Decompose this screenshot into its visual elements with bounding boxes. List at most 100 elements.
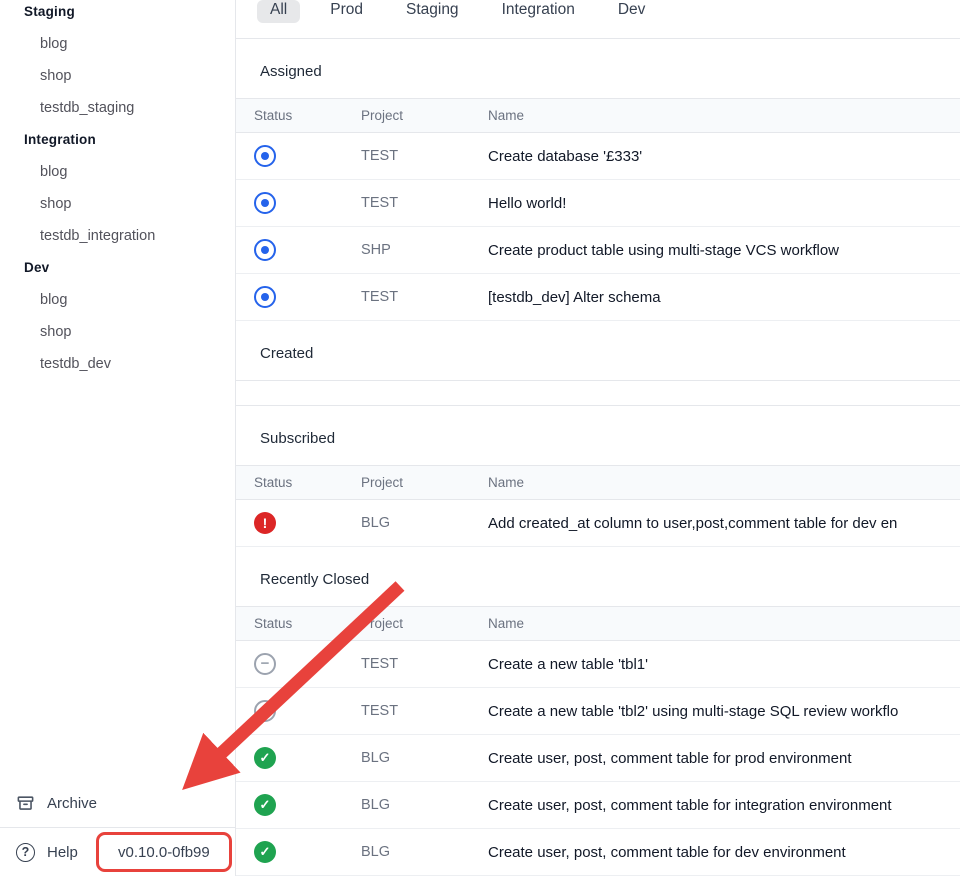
project-cell: TEST: [361, 148, 488, 164]
project-cell: BLG: [361, 844, 488, 860]
column-header-project: Project: [361, 616, 488, 631]
project-cell: BLG: [361, 797, 488, 813]
issue-name: Add created_at column to user,post,comme…: [488, 515, 960, 532]
issue-row[interactable]: TESTCreate a new table 'tbl2' using mult…: [236, 688, 960, 735]
issue-row[interactable]: BLGCreate user, post, comment table for …: [236, 782, 960, 829]
status-cell: [236, 794, 361, 816]
issue-row[interactable]: SHPCreate product table using multi-stag…: [236, 227, 960, 274]
project-cell: TEST: [361, 289, 488, 305]
column-header-status: Status: [236, 475, 361, 490]
attention-status-icon: [254, 512, 276, 534]
tab-dev[interactable]: Dev: [605, 0, 659, 23]
name-cell: Hello world!: [488, 195, 960, 212]
sidebar-item-staging-blog[interactable]: blog: [0, 28, 235, 60]
archive-label: Archive: [47, 795, 97, 812]
project-code: TEST: [361, 656, 488, 672]
open-status-icon: [254, 192, 276, 214]
issue-row[interactable]: TESTHello world!: [236, 180, 960, 227]
sidebar-group-label-dev: Dev: [0, 252, 235, 284]
issue-name: Create product table using multi-stage V…: [488, 242, 960, 259]
status-cell: [236, 512, 361, 534]
name-cell: Add created_at column to user,post,comme…: [488, 515, 960, 532]
empty-table-band: [236, 380, 960, 406]
sidebar-item-dev-blog[interactable]: blog: [0, 284, 235, 316]
help-row: ? Help v0.10.0-0fb99: [0, 828, 235, 876]
sidebar-item-integration-blog[interactable]: blog: [0, 156, 235, 188]
issue-name: Create database '£333': [488, 148, 960, 165]
done-status-icon: [254, 747, 276, 769]
help-icon[interactable]: ?: [16, 843, 35, 862]
project-cell: BLG: [361, 515, 488, 531]
section-title-subscribed: Subscribed: [236, 406, 960, 465]
done-status-icon: [254, 794, 276, 816]
sidebar-item-staging-testdb-staging[interactable]: testdb_staging: [0, 92, 235, 124]
section-title-assigned: Assigned: [236, 39, 960, 98]
project-code: TEST: [361, 703, 488, 719]
tab-prod[interactable]: Prod: [317, 0, 376, 23]
project-code: TEST: [361, 289, 488, 305]
project-code: BLG: [361, 797, 488, 813]
issue-row[interactable]: TEST[testdb_dev] Alter schema: [236, 274, 960, 321]
issue-name: Create user, post, comment table for int…: [488, 797, 960, 814]
sidebar-item-integration-testdb-integration[interactable]: testdb_integration: [0, 220, 235, 252]
status-cell: [236, 192, 361, 214]
name-cell: Create a new table 'tbl2' using multi-st…: [488, 703, 960, 720]
name-cell: Create database '£333': [488, 148, 960, 165]
sidebar-group-label-staging: Staging: [0, 0, 235, 28]
tab-staging[interactable]: Staging: [393, 0, 472, 23]
canceled-status-icon: [254, 700, 276, 722]
issue-sections: AssignedStatusProjectNameTESTCreate data…: [236, 39, 960, 876]
open-status-icon: [254, 239, 276, 261]
name-cell: Create user, post, comment table for pro…: [488, 750, 960, 767]
name-cell: Create user, post, comment table for dev…: [488, 844, 960, 861]
open-status-icon: [254, 286, 276, 308]
archive-icon: [16, 794, 35, 813]
project-cell: BLG: [361, 750, 488, 766]
table-header: StatusProjectName: [236, 606, 960, 641]
table-header: StatusProjectName: [236, 98, 960, 133]
issue-name: [testdb_dev] Alter schema: [488, 289, 960, 306]
issue-name: Create a new table 'tbl1': [488, 656, 960, 673]
environment-tabbar: All Prod Staging Integration Dev: [236, 0, 960, 39]
status-cell: [236, 747, 361, 769]
issue-name: Create a new table 'tbl2' using multi-st…: [488, 703, 960, 720]
sidebar-item-staging-shop[interactable]: shop: [0, 60, 235, 92]
tab-integration[interactable]: Integration: [489, 0, 588, 23]
project-code: TEST: [361, 148, 488, 164]
sidebar-item-integration-shop[interactable]: shop: [0, 188, 235, 220]
project-cell: SHP: [361, 242, 488, 258]
status-cell: [236, 700, 361, 722]
database-tree: Stagingblogshoptestdb_stagingIntegration…: [0, 0, 235, 380]
project-code: BLG: [361, 844, 488, 860]
name-cell: Create product table using multi-stage V…: [488, 242, 960, 259]
canceled-status-icon: [254, 653, 276, 675]
help-label[interactable]: Help: [47, 844, 78, 861]
status-cell: [236, 145, 361, 167]
done-status-icon: [254, 841, 276, 863]
column-header-name: Name: [488, 108, 960, 123]
column-header-status: Status: [236, 616, 361, 631]
archive-button[interactable]: Archive: [0, 784, 235, 822]
app-window: Stagingblogshoptestdb_stagingIntegration…: [0, 0, 960, 876]
section-assigned: AssignedStatusProjectNameTESTCreate data…: [236, 39, 960, 321]
issue-row[interactable]: BLGCreate user, post, comment table for …: [236, 829, 960, 876]
section-recently-closed: Recently ClosedStatusProjectNameTESTCrea…: [236, 547, 960, 876]
tab-all[interactable]: All: [257, 0, 300, 23]
sidebar-footer: Archive ? Help v0.10.0-0fb99: [0, 784, 235, 876]
column-header-status: Status: [236, 108, 361, 123]
status-cell: [236, 239, 361, 261]
issue-row[interactable]: BLGCreate user, post, comment table for …: [236, 735, 960, 782]
section-title-created: Created: [236, 321, 960, 380]
issue-row[interactable]: TESTCreate a new table 'tbl1': [236, 641, 960, 688]
project-cell: TEST: [361, 195, 488, 211]
project-cell: TEST: [361, 656, 488, 672]
section-subscribed: SubscribedStatusProjectNameBLGAdd create…: [236, 406, 960, 547]
sidebar-group-label-integration: Integration: [0, 124, 235, 156]
project-code: SHP: [361, 242, 488, 258]
issue-row[interactable]: TESTCreate database '£333': [236, 133, 960, 180]
project-code: BLG: [361, 750, 488, 766]
section-title-recently-closed: Recently Closed: [236, 547, 960, 606]
sidebar-item-dev-testdb-dev[interactable]: testdb_dev: [0, 348, 235, 380]
sidebar-item-dev-shop[interactable]: shop: [0, 316, 235, 348]
issue-row[interactable]: BLGAdd created_at column to user,post,co…: [236, 500, 960, 547]
